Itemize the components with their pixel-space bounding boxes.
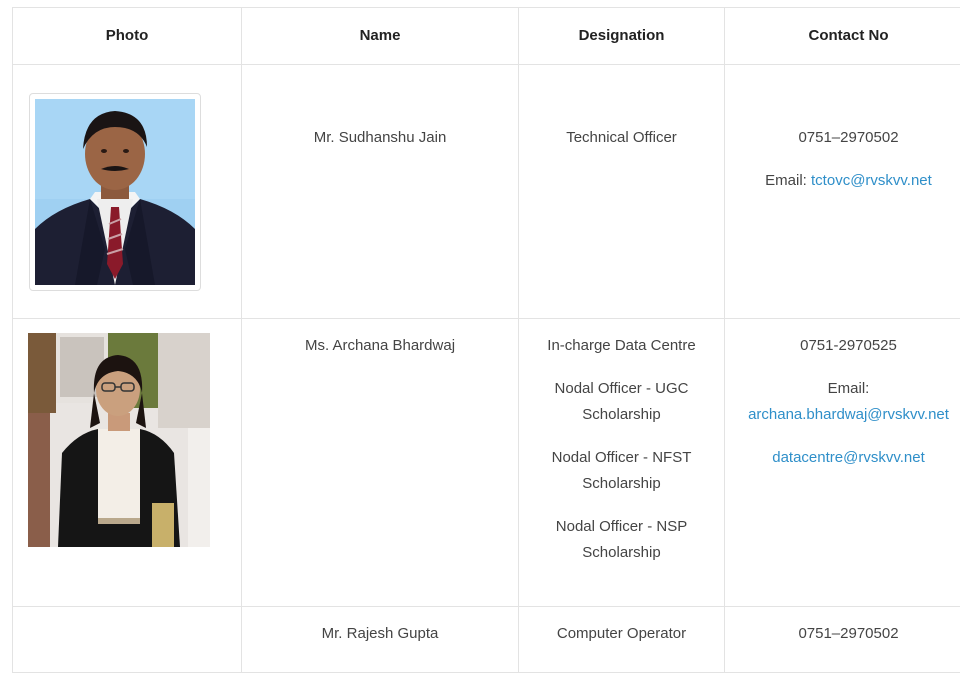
photo-cell [13, 65, 242, 319]
photo-cell [13, 607, 242, 673]
staff-photo-archana-bhardwaj [28, 333, 210, 547]
designation-text: Computer Operator [520, 621, 723, 647]
staff-name: Ms. Archana Bhardwaj [243, 333, 517, 359]
staff-table: Photo Name Designation Contact No [12, 7, 960, 673]
contact-cell: 0751–2970502 Email: tctovc@rvskvv.net [725, 65, 960, 319]
designation-cell: In-charge Data Centre Nodal Officer - UG… [519, 319, 725, 607]
contact-cell: 0751-2970525 Email: archana.bhardwaj@rvs… [725, 319, 960, 607]
name-cell: Mr. Sudhanshu Jain [242, 65, 519, 319]
table-header-row: Photo Name Designation Contact No [13, 8, 960, 65]
header-contact: Contact No [725, 8, 960, 65]
name-cell: Mr. Rajesh Gupta [242, 607, 519, 673]
email-line: Email: tctovc@rvskvv.net [726, 168, 960, 194]
email-link[interactable]: datacentre@rvskvv.net [772, 449, 925, 466]
email-line: datacentre@rvskvv.net [726, 445, 960, 471]
name-cell: Ms. Archana Bhardwaj [242, 319, 519, 607]
designation-text: Nodal Officer - UGC Scholarship [520, 376, 723, 428]
phone-number: 0751–2970502 [726, 621, 960, 647]
email-label: Email: [765, 172, 807, 189]
table-row: Mr. Sudhanshu Jain Technical Officer 075… [13, 65, 960, 319]
designation-text: Technical Officer [520, 125, 723, 151]
portrait-image [35, 99, 195, 285]
photo-cell [13, 319, 242, 607]
header-name: Name [242, 8, 519, 65]
header-photo: Photo [13, 8, 242, 65]
email-link[interactable]: archana.bhardwaj@rvskvv.net [748, 406, 949, 423]
email-label: Email: [828, 380, 870, 397]
staff-name: Mr. Sudhanshu Jain [243, 125, 517, 151]
designation-cell: Technical Officer [519, 65, 725, 319]
contact-cell: 0751–2970502 [725, 607, 960, 673]
designation-cell: Computer Operator [519, 607, 725, 673]
table-row: Ms. Archana Bhardwaj In-charge Data Cent… [13, 319, 960, 607]
phone-number: 0751–2970502 [726, 125, 960, 151]
designation-text: Nodal Officer - NSP Scholarship [520, 514, 723, 566]
email-link[interactable]: tctovc@rvskvv.net [811, 172, 932, 189]
phone-number: 0751-2970525 [726, 333, 960, 359]
table-row: Mr. Rajesh Gupta Computer Operator 0751–… [13, 607, 960, 673]
header-designation: Designation [519, 8, 725, 65]
staff-photo-sudhanshu-jain [29, 93, 201, 291]
designation-text: In-charge Data Centre [520, 333, 723, 359]
staff-name: Mr. Rajesh Gupta [243, 621, 517, 647]
email-line: Email: archana.bhardwaj@rvskvv.net [726, 376, 960, 428]
designation-text: Nodal Officer - NFST Scholarship [520, 445, 723, 497]
